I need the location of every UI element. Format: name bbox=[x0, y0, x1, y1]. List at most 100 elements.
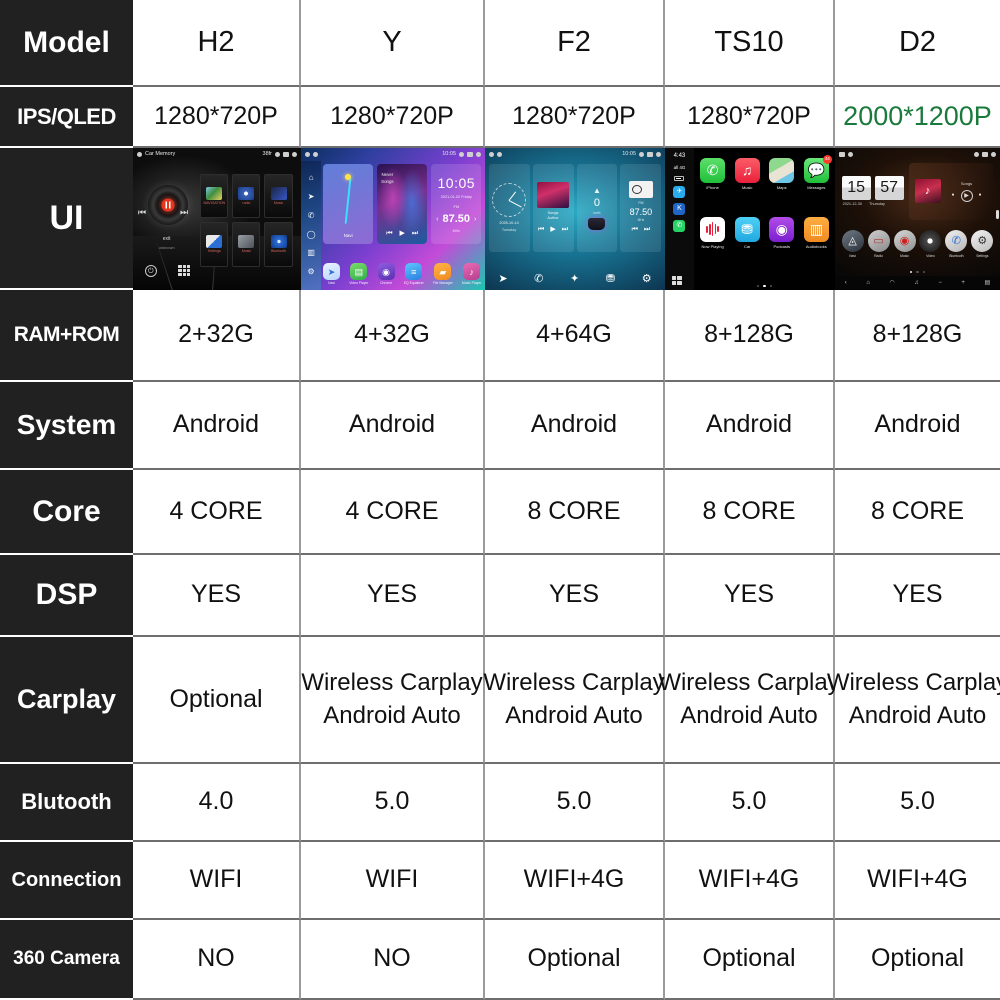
carplay-app-phone[interactable]: ✆ iPhone bbox=[697, 157, 728, 213]
carplay-line1: Wireless Carplay bbox=[826, 669, 1000, 697]
power-icon[interactable]: ⏻ bbox=[144, 265, 157, 278]
carplay-line1: Wireless Carplay bbox=[483, 669, 665, 697]
ui-screenshot-y: 10:05 ⌂ ➤ ✆ ◯ ▥ ⚙ Navi Never Songs ⏮ ▶ ⏭… bbox=[301, 148, 485, 290]
pause-icon[interactable] bbox=[165, 201, 171, 209]
radio-icon bbox=[238, 186, 255, 200]
carplay-app-nowplaying[interactable]: Now Playing bbox=[697, 216, 728, 272]
d2-app-music[interactable]: ◉ Music bbox=[893, 230, 916, 259]
h2-tile-music[interactable]: Music bbox=[264, 173, 293, 219]
navigation-icon[interactable]: ➤ bbox=[308, 192, 315, 203]
y-media-title: Never bbox=[381, 171, 394, 177]
settings-icon[interactable]: ⚙ bbox=[642, 272, 652, 287]
carplay-app-music[interactable]: ♫ Music bbox=[732, 157, 763, 213]
carplay-app-messages[interactable]: 💬 44 Messages bbox=[801, 154, 832, 213]
y-dock-item-equalizer[interactable]: ≡ EQ Equalizer bbox=[404, 263, 424, 286]
next-track-icon[interactable]: ⏭ bbox=[562, 225, 568, 234]
d2-screen-edge-button[interactable] bbox=[996, 210, 999, 220]
minus-icon[interactable]: − bbox=[938, 279, 942, 287]
home-icon[interactable]: ⌂ bbox=[866, 279, 870, 287]
phone-icon[interactable]: ✆ bbox=[534, 272, 543, 287]
next-station-icon[interactable]: ⏭ bbox=[644, 225, 650, 234]
y-frequency-unit: MHz bbox=[452, 228, 460, 233]
d2-app-navi[interactable]: ◬ Navi bbox=[841, 230, 864, 259]
carplay-app-maps[interactable]: Maps bbox=[766, 157, 797, 213]
menu-icon[interactable] bbox=[671, 276, 683, 285]
car-icon[interactable]: ⛃ bbox=[606, 272, 615, 287]
h2-tile-bluetooth[interactable]: Bluetooth bbox=[264, 222, 293, 268]
y-dock-item-filemanager[interactable]: ▰ File Manager bbox=[433, 263, 453, 286]
plus-icon[interactable]: + bbox=[961, 279, 965, 287]
prev-track-icon[interactable]: ⏮ bbox=[538, 225, 544, 234]
y-screen: 10:05 ⌂ ➤ ✆ ◯ ▥ ⚙ Navi Never Songs ⏮ ▶ ⏭… bbox=[301, 148, 485, 290]
h2-tile-settings[interactable]: Settings bbox=[200, 222, 229, 268]
d2-app-settings[interactable]: ⚙ Settings bbox=[971, 230, 994, 259]
y-dock-label: File Manager bbox=[432, 281, 453, 286]
next-track-icon[interactable]: ⏭ bbox=[180, 206, 188, 218]
prev-track-icon[interactable]: ⏮ bbox=[138, 206, 146, 218]
y-dock-item-video[interactable]: ▤ Video Player bbox=[349, 263, 368, 286]
kakao-icon[interactable]: K bbox=[673, 203, 686, 216]
d2-app-row: ◬ Navi ▭ Radio ◉ Music Video ✆ Bluetooth… bbox=[841, 230, 994, 273]
y-card-clock-radio[interactable]: 10:05 2021-01-02 Friday FM ‹ 87.50 › MHz bbox=[431, 164, 482, 244]
play-icon[interactable]: ▶ bbox=[960, 189, 973, 202]
apps-icon[interactable]: ▤ bbox=[984, 279, 990, 287]
cell-ram-d2: 8+128G bbox=[835, 290, 1000, 382]
apps-grid-icon[interactable] bbox=[178, 264, 191, 276]
folder-icon: ▰ bbox=[434, 263, 452, 281]
f2-card-music[interactable]: Songs Author ⏮ ▶ ⏭ bbox=[532, 164, 574, 253]
telegram-icon[interactable]: ✈ bbox=[673, 186, 686, 199]
navigation-icon[interactable]: ➤ bbox=[498, 272, 507, 287]
y-status-clock: 10:05 bbox=[442, 150, 456, 157]
carplay-app-car[interactable]: ⛃ Car bbox=[732, 216, 763, 272]
next-track-icon[interactable]: ● bbox=[979, 192, 982, 199]
carplay-clock: 4:43 bbox=[673, 153, 686, 159]
chevron-right-icon[interactable]: › bbox=[474, 215, 476, 224]
f2-card-radio[interactable]: FM 87.50 MHz ⏮ ⏭ bbox=[620, 164, 662, 253]
d2-page-dots bbox=[835, 270, 1000, 273]
cell-bluetooth-d2: 5.0 bbox=[835, 764, 1000, 842]
phone-icon[interactable]: ✆ bbox=[308, 211, 315, 222]
f2-card-driving[interactable]: ▲ 0 km/h bbox=[576, 164, 618, 253]
h2-tile-radio[interactable]: radio bbox=[232, 173, 261, 219]
d2-music-widget[interactable]: ♪ Songs ● ▶ ● bbox=[908, 163, 994, 220]
play-icon[interactable]: ▶ bbox=[550, 225, 555, 234]
home-icon[interactable]: ⌂ bbox=[309, 173, 314, 184]
y-card-navigation[interactable]: Navi bbox=[323, 164, 374, 244]
f2-card-clock[interactable]: 2025-10-14 Tuesday bbox=[488, 164, 530, 253]
y-dock-item-music[interactable]: ♪ Music Player bbox=[462, 263, 481, 286]
whatsapp-icon[interactable]: ✆ bbox=[673, 220, 686, 233]
h2-track-artist: unknown bbox=[158, 244, 175, 250]
d2-app-bluetooth[interactable]: ✆ Bluetooth bbox=[945, 230, 968, 259]
d2-music-right: Songs ● ▶ ● bbox=[946, 181, 988, 202]
y-dock-item-navi[interactable]: ➤ Navi bbox=[323, 263, 341, 286]
cell-system-f2: Android bbox=[485, 382, 665, 470]
chevron-left-icon[interactable]: ‹ bbox=[436, 215, 438, 224]
h2-tile-video[interactable]: Music bbox=[232, 222, 261, 268]
media-icon[interactable]: ▥ bbox=[307, 248, 315, 259]
screen-icon bbox=[467, 151, 473, 157]
d2-clock-widget[interactable]: 15 57 2021-12-30 Thursday bbox=[841, 163, 904, 220]
f2-frequency: 87.50 bbox=[629, 206, 653, 217]
d2-app-radio[interactable]: ▭ Radio bbox=[867, 230, 890, 259]
apps-icon[interactable]: ✦ bbox=[570, 272, 579, 287]
f2-date: 2025-10-14 bbox=[499, 220, 519, 225]
d2-app-video[interactable]: Video bbox=[919, 230, 942, 259]
prev-track-icon[interactable]: ⏮ bbox=[386, 229, 392, 238]
play-icon[interactable]: ▶ bbox=[400, 229, 405, 238]
next-track-icon[interactable]: ⏭ bbox=[412, 229, 418, 238]
y-dock-item-chrome[interactable]: ◉ Chrome bbox=[377, 263, 395, 286]
circle-icon[interactable]: ◯ bbox=[307, 230, 316, 241]
h2-tile-navigation[interactable]: NAVIGATION bbox=[200, 173, 229, 219]
prev-station-icon[interactable]: ⏮ bbox=[632, 225, 638, 234]
prev-track-icon[interactable]: ● bbox=[951, 192, 954, 199]
f2-speed: 0 bbox=[593, 197, 601, 210]
carplay-app-podcasts[interactable]: ◉ Podcasts bbox=[766, 216, 797, 272]
volume-icon[interactable]: ◠ bbox=[889, 279, 894, 287]
media-icon[interactable]: ♫ bbox=[914, 279, 919, 287]
carplay-app-audiobooks[interactable]: ▥ Audiobooks bbox=[801, 216, 832, 272]
y-map-label: Navi bbox=[343, 233, 353, 239]
back-icon[interactable]: ‹ bbox=[845, 279, 847, 287]
settings-icon[interactable]: ⚙ bbox=[308, 267, 315, 278]
y-card-media[interactable]: Never Songs ⏮ ▶ ⏭ bbox=[377, 164, 428, 244]
music-icon: ◉ bbox=[893, 230, 916, 253]
